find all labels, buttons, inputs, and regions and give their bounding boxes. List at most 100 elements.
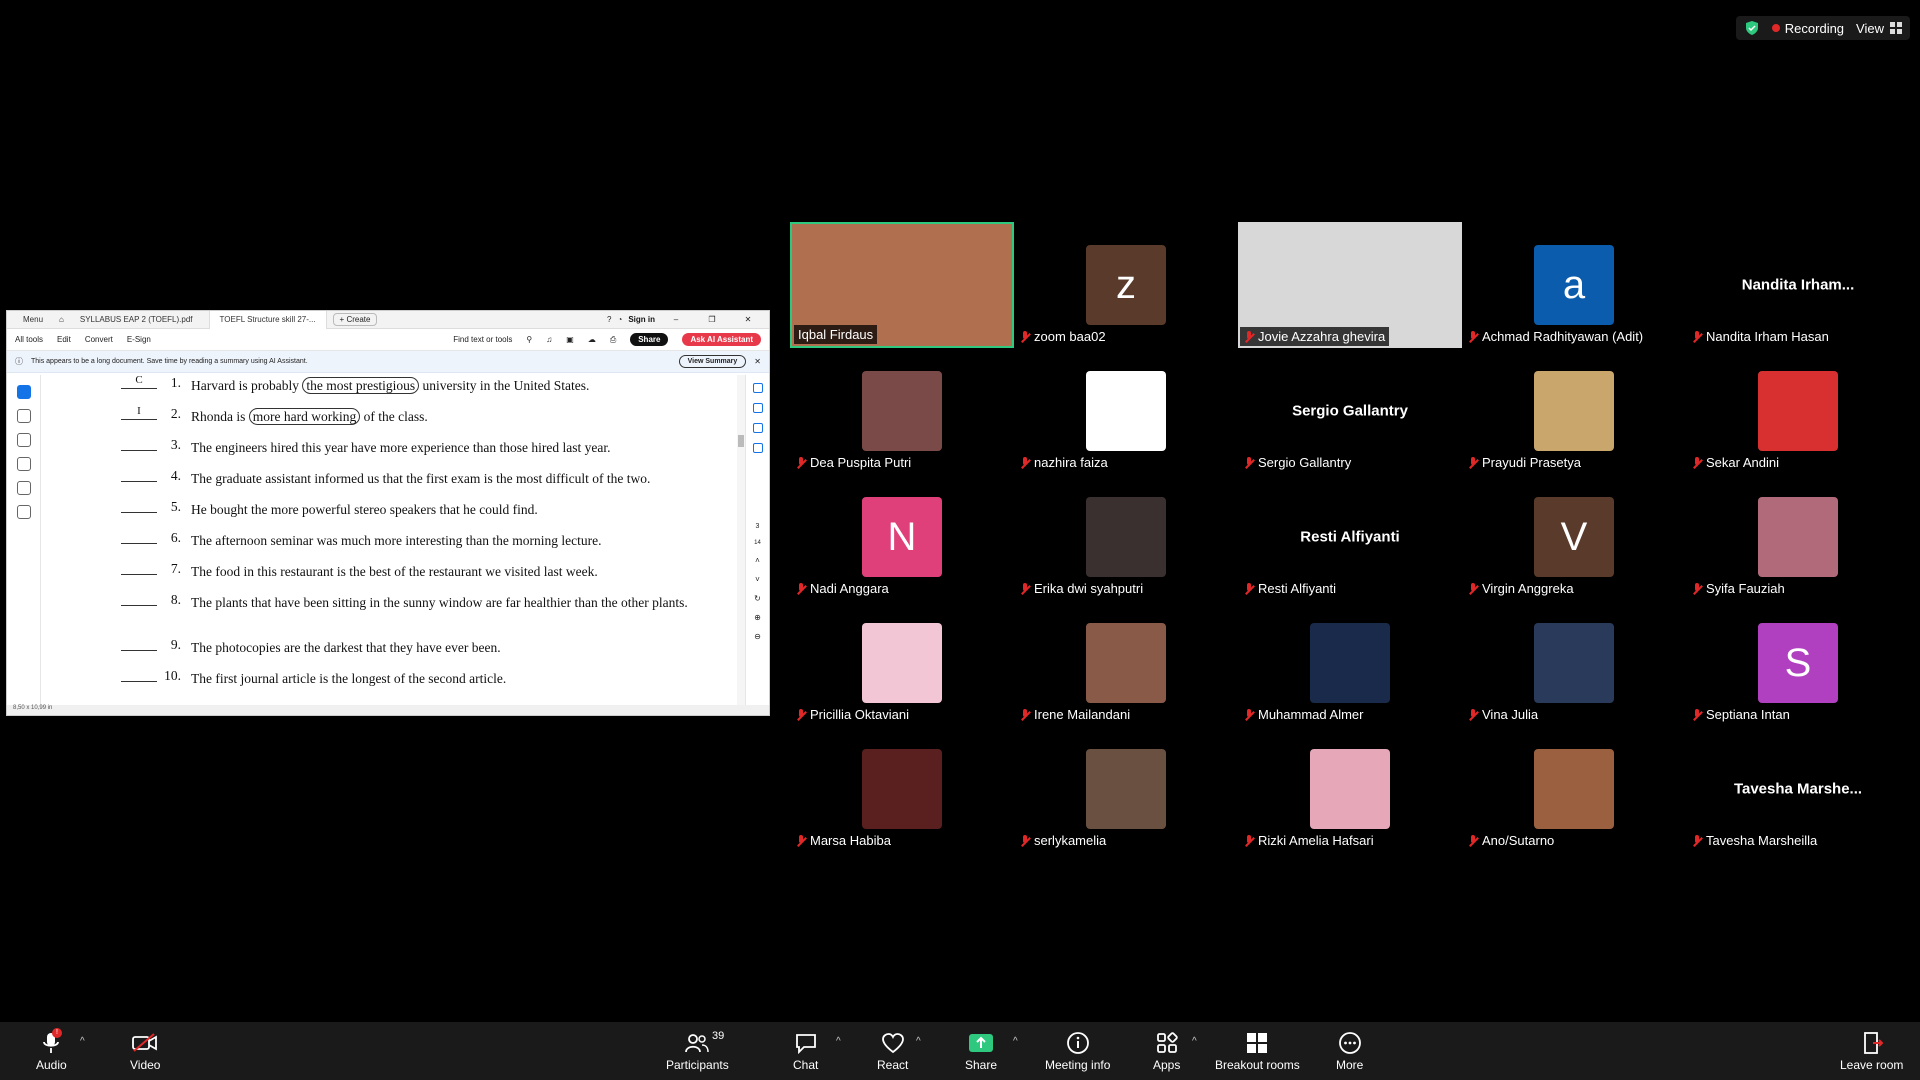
more-button[interactable]: More bbox=[1336, 1030, 1363, 1072]
pages-icon[interactable] bbox=[752, 443, 763, 453]
participant-tile[interactable]: Pricillia Oktaviani bbox=[790, 600, 1014, 726]
audio-options-caret-icon[interactable]: ^ bbox=[80, 1036, 85, 1047]
participant-tile[interactable]: Tavesha Marshe... Tavesha Marsheilla bbox=[1686, 726, 1910, 852]
find-tools-input[interactable]: Find text or tools bbox=[453, 335, 512, 344]
heart-icon bbox=[881, 1030, 905, 1056]
headphones-icon[interactable]: ♫ bbox=[546, 335, 552, 344]
bookmark-icon[interactable] bbox=[752, 423, 763, 433]
shared-screen[interactable]: Menu ⌂ SYLLABUS EAP 2 (TOEFL).pdf TOEFL … bbox=[6, 310, 770, 716]
participant-tile[interactable]: Erika dwi syahputri bbox=[1014, 474, 1238, 600]
restore-icon[interactable]: ❐ bbox=[697, 315, 727, 324]
view-button[interactable]: View bbox=[1856, 21, 1902, 36]
close-icon[interactable]: ✕ bbox=[733, 315, 763, 324]
convert-menu[interactable]: Convert bbox=[85, 335, 113, 344]
print-icon[interactable]: ⎙ bbox=[610, 335, 616, 345]
share-screen-button[interactable]: Share bbox=[965, 1030, 997, 1072]
recording-indicator[interactable]: Recording bbox=[1771, 21, 1844, 36]
sign-in-link[interactable]: Sign in bbox=[628, 315, 655, 324]
vertical-scrollbar[interactable] bbox=[737, 375, 745, 705]
prev-page-icon[interactable]: ˄ bbox=[755, 556, 760, 565]
pdf-page[interactable]: C 1. Harvard is probably the most prestigi… bbox=[41, 375, 745, 715]
participant-name-bar: Nadi Anggara bbox=[792, 579, 893, 598]
create-tab-button[interactable]: + Create bbox=[332, 313, 378, 326]
answer-blank bbox=[121, 592, 157, 606]
minimize-icon[interactable]: – bbox=[661, 315, 691, 324]
question-number: 10. bbox=[164, 668, 181, 683]
ask-ai-button[interactable]: Ask AI Assistant bbox=[682, 333, 761, 346]
mic-muted-icon bbox=[1244, 330, 1254, 343]
participant-tile[interactable]: V Virgin Anggreka bbox=[1462, 474, 1686, 600]
comment-icon[interactable] bbox=[752, 403, 763, 413]
mic-muted-icon bbox=[1692, 834, 1702, 847]
text-tool-icon[interactable] bbox=[16, 481, 31, 495]
bell-icon[interactable]: ◔ bbox=[617, 315, 622, 324]
participant-tile[interactable]: Rizki Amelia Hafsari bbox=[1238, 726, 1462, 852]
react-options-caret-icon[interactable]: ^ bbox=[916, 1036, 921, 1047]
tab-syllabus[interactable]: SYLLABUS EAP 2 (TOEFL).pdf bbox=[70, 311, 203, 329]
mic-muted-icon bbox=[1020, 834, 1030, 847]
avatar bbox=[862, 749, 942, 829]
next-page-icon[interactable]: ˅ bbox=[755, 575, 760, 584]
upload-icon[interactable]: ☁ bbox=[588, 335, 596, 344]
pen-tool-icon[interactable] bbox=[16, 433, 31, 447]
participant-tile[interactable]: nazhira faiza bbox=[1014, 348, 1238, 474]
meeting-info-button[interactable]: Meeting info bbox=[1045, 1030, 1110, 1072]
participant-tile[interactable]: Muhammad Almer bbox=[1238, 600, 1462, 726]
participant-name-bar: Jovie Azzahra ghevira bbox=[1240, 327, 1390, 346]
all-tools-menu[interactable]: All tools bbox=[15, 335, 43, 344]
refresh-icon[interactable]: ↻ bbox=[754, 594, 761, 603]
video-button[interactable]: Video bbox=[130, 1030, 160, 1072]
stamp-tool-icon[interactable] bbox=[16, 505, 31, 519]
home-icon[interactable]: ⌂ bbox=[59, 315, 64, 324]
scroll-thumb[interactable] bbox=[738, 435, 744, 447]
help-icon[interactable]: ? bbox=[607, 315, 611, 324]
participant-tile[interactable]: Nandita Irham... Nandita Irham Hasan bbox=[1686, 222, 1910, 348]
view-summary-button[interactable]: View Summary bbox=[678, 355, 747, 368]
breakout-rooms-button[interactable]: Breakout rooms bbox=[1215, 1030, 1300, 1072]
chat-button[interactable]: Chat bbox=[793, 1030, 818, 1072]
participant-tile[interactable]: S Septiana Intan bbox=[1686, 600, 1910, 726]
esign-menu[interactable]: E-Sign bbox=[127, 335, 151, 344]
apps-options-caret-icon[interactable]: ^ bbox=[1192, 1036, 1197, 1047]
ai-panel-icon[interactable] bbox=[752, 383, 763, 393]
participant-tile[interactable]: Prayudi Prasetya bbox=[1462, 348, 1686, 474]
mic-muted-icon bbox=[796, 456, 806, 469]
zoom-out-icon[interactable]: ⊖ bbox=[754, 632, 761, 641]
mic-muted-icon bbox=[1468, 834, 1478, 847]
banner-close-icon[interactable]: ✕ bbox=[754, 357, 761, 366]
participant-tile[interactable]: a Achmad Radhityawan (Adit) bbox=[1462, 222, 1686, 348]
select-tool-icon[interactable] bbox=[16, 385, 31, 399]
pdf-share-button[interactable]: Share bbox=[630, 333, 669, 346]
menu-tab[interactable]: Menu bbox=[13, 311, 53, 329]
participant-tile[interactable]: N Nadi Anggara bbox=[790, 474, 1014, 600]
participant-name-bar: Muhammad Almer bbox=[1240, 705, 1368, 724]
question-text: The photocopies are the darkest that the… bbox=[191, 637, 725, 659]
participant-tile[interactable]: Sergio Gallantry Sergio Gallantry bbox=[1238, 348, 1462, 474]
zoom-tool-icon[interactable] bbox=[16, 409, 31, 423]
participant-tile[interactable]: Iqbal Firdaus bbox=[790, 222, 1014, 348]
react-button[interactable]: React bbox=[877, 1030, 908, 1072]
page-number: 3 bbox=[755, 523, 760, 530]
tab-toefl[interactable]: TOEFL Structure skill 27-... bbox=[208, 311, 327, 329]
search-icon[interactable]: ⚲ bbox=[526, 335, 532, 344]
participant-tile[interactable]: Marsa Habiba bbox=[790, 726, 1014, 852]
save-icon[interactable]: ▣ bbox=[566, 335, 574, 344]
chat-options-caret-icon[interactable]: ^ bbox=[836, 1036, 841, 1047]
audio-button[interactable]: Audio bbox=[36, 1030, 67, 1072]
participant-tile[interactable]: Syifa Fauziah bbox=[1686, 474, 1910, 600]
participant-tile[interactable]: Irene Mailandani bbox=[1014, 600, 1238, 726]
apps-button[interactable]: Apps bbox=[1153, 1030, 1180, 1072]
participant-tile[interactable]: Ano/Sutarno bbox=[1462, 726, 1686, 852]
participant-tile[interactable]: z zoom baa02 bbox=[1014, 222, 1238, 348]
lasso-tool-icon[interactable] bbox=[16, 457, 31, 471]
edit-menu[interactable]: Edit bbox=[57, 335, 71, 344]
share-options-caret-icon[interactable]: ^ bbox=[1013, 1036, 1018, 1047]
participant-tile[interactable]: Dea Puspita Putri bbox=[790, 348, 1014, 474]
zoom-in-icon[interactable]: ⊕ bbox=[754, 613, 761, 622]
participant-tile[interactable]: serlykamelia bbox=[1014, 726, 1238, 852]
leave-room-button[interactable]: Leave room bbox=[1840, 1030, 1903, 1072]
participant-tile[interactable]: Jovie Azzahra ghevira bbox=[1238, 222, 1462, 348]
participant-tile[interactable]: Resti Alfiyanti Resti Alfiyanti bbox=[1238, 474, 1462, 600]
participant-tile[interactable]: Vina Julia bbox=[1462, 600, 1686, 726]
participant-tile[interactable]: Sekar Andini bbox=[1686, 348, 1910, 474]
